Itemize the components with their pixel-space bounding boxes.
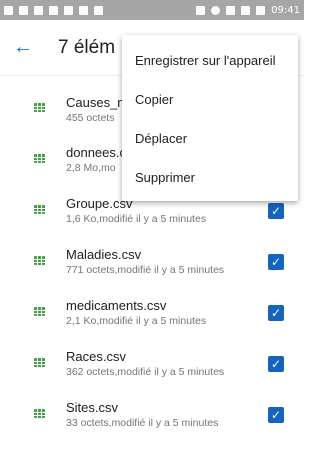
status-left-icons bbox=[4, 5, 103, 15]
status-time: 09:41 bbox=[271, 4, 300, 16]
list-item[interactable]: Maladies.csv 771 octets,modifié il y a 5… bbox=[0, 243, 304, 294]
spreadsheet-icon bbox=[34, 307, 45, 316]
list-item[interactable]: Sites.csv 33 octets,modifié il y a 5 min… bbox=[0, 396, 304, 447]
notification-icon bbox=[4, 5, 13, 15]
signal-icon bbox=[241, 5, 251, 15]
bluetooth-icon bbox=[196, 5, 206, 15]
person-icon bbox=[19, 5, 28, 15]
minus-circle-icon bbox=[211, 5, 221, 15]
file-name: medicaments.csv bbox=[66, 298, 167, 313]
wifi-icon bbox=[226, 5, 236, 15]
message-icon bbox=[49, 5, 58, 15]
file-meta: 362 octets,modifié il y a 5 minutes bbox=[66, 366, 225, 378]
arrow-left-icon[interactable]: ← bbox=[0, 36, 46, 59]
file-name: Causes_m bbox=[66, 95, 129, 110]
file-name: Maladies.csv bbox=[66, 247, 142, 262]
page-title: 7 élém bbox=[58, 36, 116, 58]
file-meta: 1,6 Ko,modifié il y a 5 minutes bbox=[66, 213, 207, 225]
spreadsheet-icon bbox=[34, 409, 45, 418]
status-bar: 09:41 bbox=[0, 0, 304, 20]
spreadsheet-icon bbox=[34, 205, 45, 214]
file-meta: 2,8 Mo,mo bbox=[66, 162, 116, 174]
menu-item-delete[interactable]: Supprimer bbox=[135, 170, 195, 185]
menu-item-save-to-device[interactable]: Enregistrer sur l'appareil bbox=[135, 53, 276, 68]
menu-item-copy[interactable]: Copier bbox=[135, 92, 173, 107]
spreadsheet-icon bbox=[34, 256, 45, 265]
file-meta: 33 octets,modifié il y a 5 minutes bbox=[66, 417, 219, 429]
overflow-menu: Enregistrer sur l'appareil Copier Déplac… bbox=[122, 35, 298, 201]
image-icon bbox=[34, 5, 43, 15]
list-item[interactable]: Races.csv 362 octets,modifié il y a 5 mi… bbox=[0, 345, 304, 396]
selected-checkbox[interactable]: ✓ bbox=[268, 254, 284, 270]
battery-icon bbox=[256, 5, 266, 15]
list-item[interactable]: medicaments.csv 2,1 Ko,modifié il y a 5 … bbox=[0, 294, 304, 345]
spreadsheet-icon bbox=[34, 358, 45, 367]
status-right-icons: 09:41 bbox=[196, 5, 300, 16]
spreadsheet-icon bbox=[34, 154, 45, 163]
file-name: donnees.c bbox=[66, 145, 126, 160]
spreadsheet-icon bbox=[34, 103, 45, 112]
selected-checkbox[interactable]: ✓ bbox=[268, 203, 284, 219]
selected-checkbox[interactable]: ✓ bbox=[268, 305, 284, 321]
screenshot-icon bbox=[79, 5, 88, 15]
file-meta: 771 octets,modifié il y a 5 minutes bbox=[66, 264, 225, 276]
selected-checkbox[interactable]: ✓ bbox=[268, 407, 284, 423]
file-name: Sites.csv bbox=[66, 400, 119, 415]
selected-checkbox[interactable]: ✓ bbox=[268, 356, 284, 372]
usb-icon bbox=[64, 5, 73, 15]
file-meta: 2,1 Ko,modifié il y a 5 minutes bbox=[66, 315, 207, 327]
file-meta: 455 octets bbox=[66, 112, 115, 124]
menu-item-move[interactable]: Déplacer bbox=[135, 131, 187, 146]
file-name: Races.csv bbox=[66, 349, 126, 364]
download-icon bbox=[94, 5, 103, 15]
